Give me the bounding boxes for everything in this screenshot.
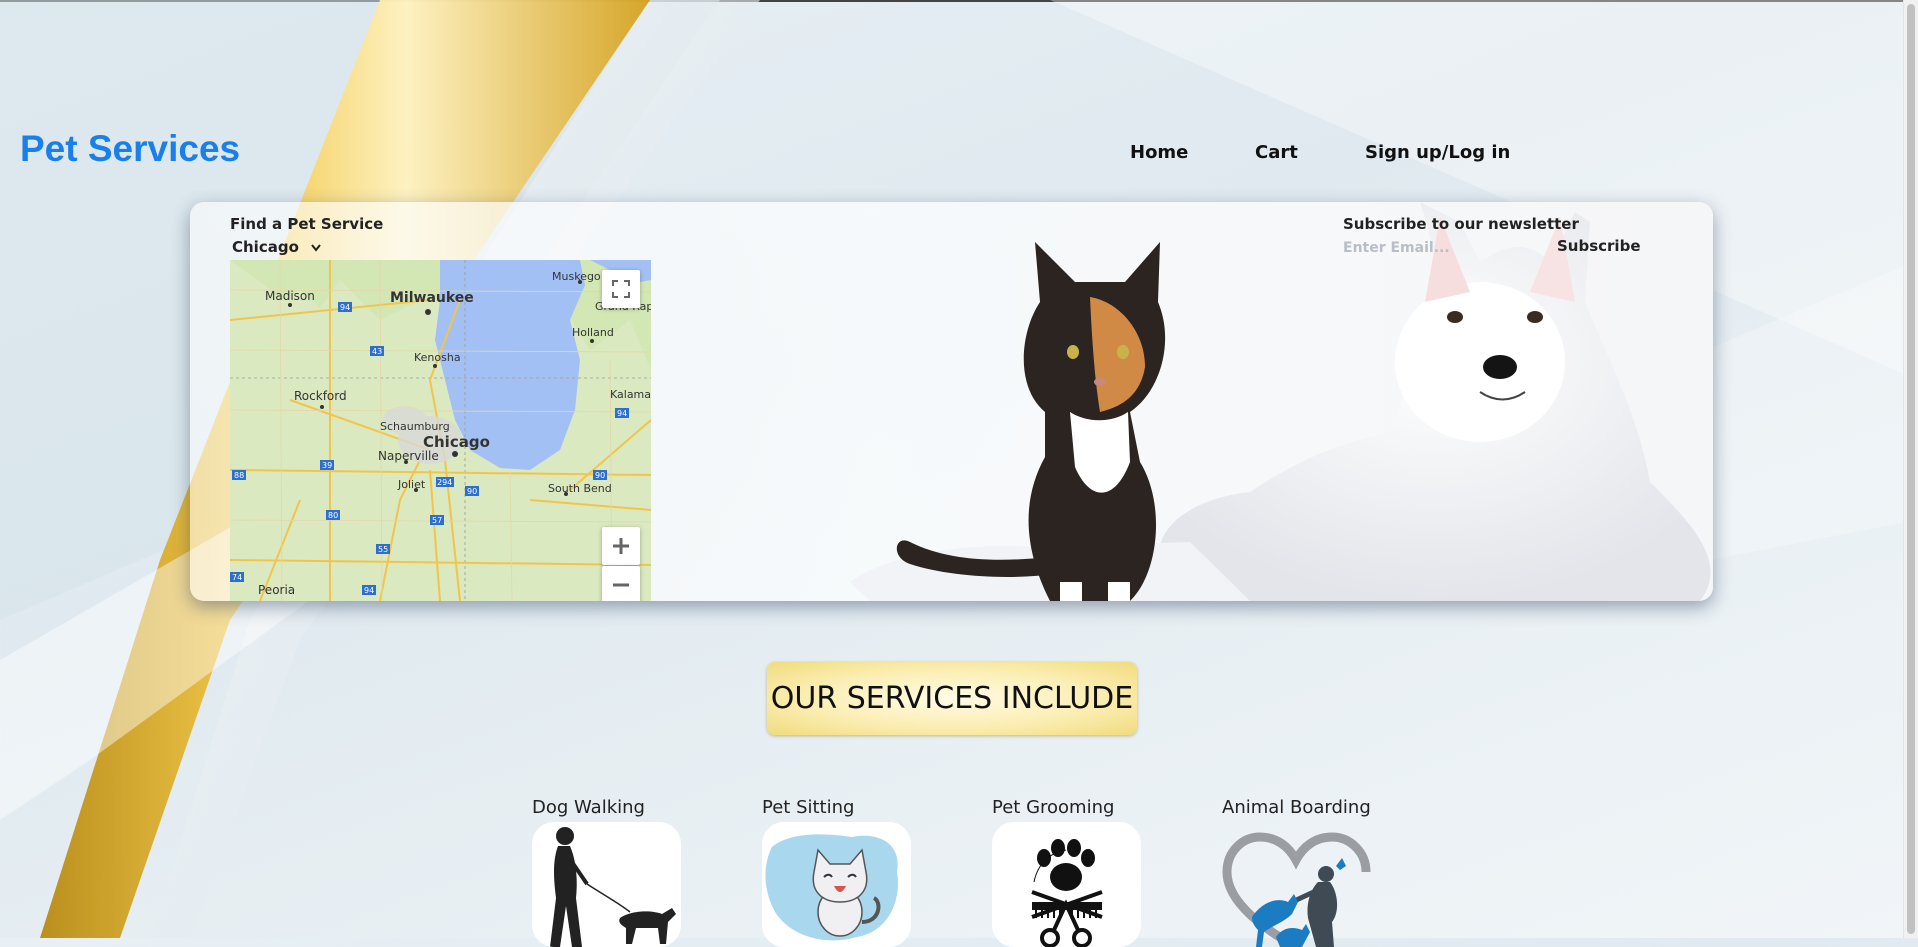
highway-shield: 80 bbox=[328, 511, 338, 520]
service-label-animal-boarding[interactable]: Animal Boarding bbox=[1222, 797, 1371, 818]
dog-walking-icon bbox=[550, 827, 676, 947]
map-city-label: Rockford bbox=[294, 389, 347, 403]
map-city-label: South Bend bbox=[548, 482, 612, 495]
map-city-label: Kenosha bbox=[414, 351, 461, 364]
services-section-title: OUR SERVICES INCLUDE bbox=[767, 662, 1137, 735]
highway-shield: 57 bbox=[432, 516, 442, 525]
plus-icon bbox=[613, 538, 629, 554]
map-city-label: Peoria bbox=[258, 583, 295, 597]
service-card-dog-walking[interactable] bbox=[532, 822, 681, 947]
service-label-pet-grooming[interactable]: Pet Grooming bbox=[992, 797, 1114, 818]
highway-shield: 94 bbox=[340, 303, 350, 312]
map-city-label: Madison bbox=[265, 289, 315, 303]
site-logo-title[interactable]: Pet Services bbox=[20, 128, 240, 170]
service-card-pet-sitting[interactable] bbox=[762, 822, 911, 947]
highway-shield: 43 bbox=[372, 347, 382, 356]
service-map[interactable]: Muskego Madison Milwaukee Grand Rap Holl… bbox=[230, 260, 651, 601]
service-label-dog-walking[interactable]: Dog Walking bbox=[532, 797, 645, 818]
nav-cart-link[interactable]: Cart bbox=[1255, 142, 1298, 163]
service-card-pet-grooming[interactable] bbox=[992, 822, 1141, 947]
map-zoom-out-button[interactable] bbox=[602, 566, 640, 601]
highway-shield: 94 bbox=[617, 409, 627, 418]
cartoon-kitten-icon bbox=[765, 834, 898, 941]
newsletter-label: Subscribe to our newsletter bbox=[1343, 215, 1579, 233]
page-scrollbar[interactable] bbox=[1903, 0, 1918, 938]
map-zoom-in-button[interactable] bbox=[602, 527, 640, 565]
map-city-label: Holland bbox=[572, 326, 614, 339]
service-card-animal-boarding[interactable] bbox=[1222, 822, 1371, 947]
subscribe-button[interactable]: Subscribe bbox=[1553, 235, 1645, 257]
heart-pets-icon bbox=[1222, 832, 1371, 947]
highway-shield: 74 bbox=[232, 573, 242, 582]
map-city-label: Muskego bbox=[552, 270, 601, 283]
map-city-label: Kalama bbox=[610, 388, 651, 401]
find-service-label: Find a Pet Service bbox=[230, 215, 384, 233]
city-select[interactable]: Chicago bbox=[232, 238, 321, 256]
highway-shield: 90 bbox=[595, 471, 605, 480]
scrollbar-thumb[interactable] bbox=[1907, 4, 1915, 934]
newsletter-email-input[interactable] bbox=[1343, 237, 1543, 259]
nav-home-link[interactable]: Home bbox=[1130, 142, 1188, 163]
map-fullscreen-button[interactable] bbox=[602, 270, 640, 308]
nav-signup-login-link[interactable]: Sign up/Log in bbox=[1365, 142, 1510, 163]
minus-icon bbox=[613, 583, 629, 587]
fullscreen-icon bbox=[612, 280, 630, 298]
highway-shield: 88 bbox=[234, 471, 244, 480]
map-city-label: Schaumburg bbox=[380, 420, 450, 433]
highway-shield: 294 bbox=[437, 478, 452, 487]
service-label-pet-sitting[interactable]: Pet Sitting bbox=[762, 797, 854, 818]
paw-scissors-comb-icon bbox=[1031, 839, 1103, 947]
highway-shield: 55 bbox=[378, 545, 388, 554]
map-city-label: Naperville bbox=[378, 449, 439, 463]
map-city-label: Joliet bbox=[397, 478, 426, 491]
highway-shield: 94 bbox=[364, 586, 374, 595]
map-city-label: Milwaukee bbox=[390, 290, 474, 306]
chevron-down-icon bbox=[311, 243, 321, 252]
cat-and-dog-photo bbox=[850, 202, 1711, 601]
city-select-value: Chicago bbox=[232, 238, 299, 256]
highway-shield: 39 bbox=[322, 461, 332, 470]
hero-banner: Find a Pet Service Chicago Muskego Madis… bbox=[190, 202, 1713, 601]
map-canvas[interactable]: Muskego Madison Milwaukee Grand Rap Holl… bbox=[230, 260, 651, 601]
highway-shield: 90 bbox=[467, 487, 477, 496]
